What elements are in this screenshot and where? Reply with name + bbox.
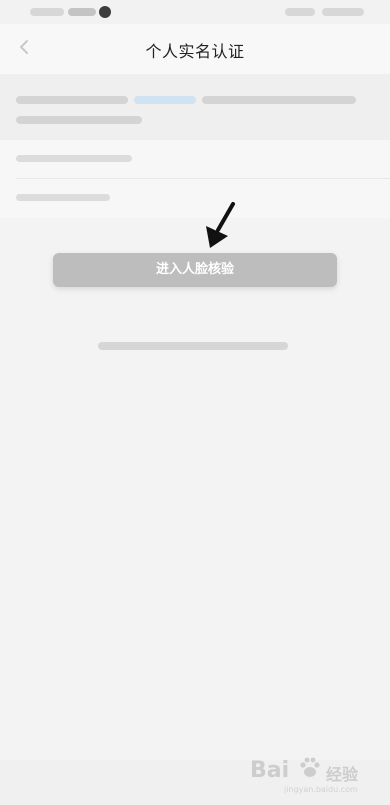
page-title: 个人实名认证 <box>145 42 245 61</box>
status-battery <box>322 8 364 16</box>
status-bar <box>0 0 390 24</box>
name-field[interactable] <box>0 140 390 178</box>
name-placeholder <box>16 155 132 162</box>
instruction-text <box>0 74 390 140</box>
pointer-arrow-icon <box>206 202 235 248</box>
face-verification-button[interactable]: 进入人脸核验 <box>53 253 337 287</box>
nav-bar: 个人实名认证 <box>0 24 390 74</box>
id-number-field[interactable] <box>0 179 390 217</box>
id-number-placeholder <box>16 194 110 201</box>
hint-text <box>98 342 288 350</box>
instruction-line <box>202 96 356 104</box>
baidu-jingyan-watermark: Bai 经验 jingyan.baidu.com <box>250 757 380 798</box>
watermark-url: jingyan.baidu.com <box>284 785 358 794</box>
agreement-link[interactable] <box>134 96 196 104</box>
status-network <box>68 8 96 16</box>
status-right-icons <box>285 8 315 16</box>
paw-icon <box>300 757 320 777</box>
watermark-product: 经验 <box>326 765 359 784</box>
identity-form-card <box>0 140 390 218</box>
instruction-line <box>16 96 128 104</box>
status-app-icon <box>99 6 111 18</box>
instruction-line <box>16 116 142 124</box>
status-time <box>30 8 64 16</box>
watermark-brand: Bai <box>250 758 290 783</box>
